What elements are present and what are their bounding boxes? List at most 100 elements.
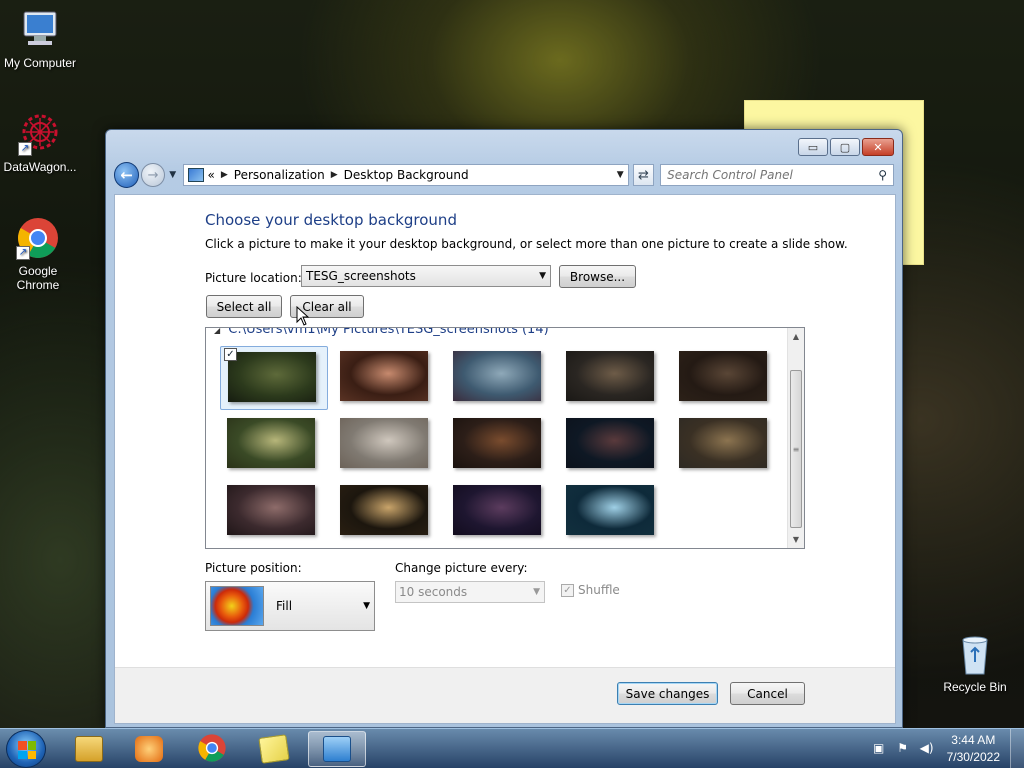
forward-button[interactable]: →: [141, 163, 165, 187]
media-player-icon: [135, 736, 163, 762]
desktop-background-window[interactable]: ▭ ▢ ✕ ← → ▼ « ▶ Personalization ▶ Deskto…: [105, 129, 903, 728]
desktop-icon-label: DataWagon...: [3, 160, 77, 174]
checkbox-icon: ✓: [561, 583, 574, 597]
search-box[interactable]: ⚲: [660, 164, 894, 186]
cancel-button[interactable]: Cancel: [730, 682, 805, 705]
start-button[interactable]: [6, 730, 46, 768]
picture-gallery[interactable]: ◢ C:\Users\vm1\My Pictures\TESG_screensh…: [205, 327, 805, 549]
navigation-bar: ← → ▼ « ▶ Personalization ▶ Desktop Back…: [114, 162, 894, 188]
thumbnail-image: [566, 485, 654, 535]
address-bar[interactable]: « ▶ Personalization ▶ Desktop Background…: [182, 164, 629, 186]
volume-icon[interactable]: ◀): [919, 741, 935, 757]
breadcrumb-overflow[interactable]: «: [208, 168, 215, 182]
content-pane: Choose your desktop background Click a p…: [114, 194, 896, 724]
maximize-button[interactable]: ▢: [830, 138, 860, 156]
thumbnail-image: [679, 418, 767, 468]
scroll-down-icon[interactable]: ▼: [788, 531, 804, 548]
taskbar-item-explorer[interactable]: [60, 731, 118, 767]
wallpaper-thumbnail[interactable]: [220, 413, 328, 477]
refresh-button[interactable]: ⇄: [632, 164, 655, 186]
desktop-icon-recycle-bin[interactable]: Recycle Bin: [935, 632, 1015, 694]
wallpaper-thumbnail[interactable]: ✓: [220, 346, 328, 410]
clock[interactable]: 3:44 AM 7/30/2022: [947, 732, 1000, 766]
desktop-icon-datawagon[interactable]: ↗ DataWagon...: [0, 112, 80, 174]
thumbnail-image: [453, 418, 541, 468]
wallpaper-thumbnail[interactable]: [446, 413, 554, 477]
wallpaper-thumbnail[interactable]: [446, 346, 554, 410]
breadcrumb-desktop-background[interactable]: Desktop Background: [344, 168, 469, 182]
picture-position-value: Fill: [276, 599, 293, 613]
dialog-footer: Save changes Cancel: [115, 667, 895, 723]
picture-position-select[interactable]: Fill ▼: [205, 581, 375, 631]
network-icon[interactable]: ▣: [871, 741, 887, 757]
sticky-notes-icon: [258, 734, 290, 764]
taskbar-item-chrome[interactable]: [183, 731, 241, 767]
scrollbar-thumb[interactable]: ≡: [790, 370, 802, 528]
shortcut-arrow-icon: ↗: [18, 142, 32, 156]
select-all-button[interactable]: Select all: [206, 295, 282, 318]
control-panel-icon: [187, 168, 204, 182]
gallery-scrollbar[interactable]: ▲ ≡ ▼: [787, 328, 804, 548]
thumbnail-image: [453, 351, 541, 401]
taskbar-item-media-player[interactable]: [120, 731, 178, 767]
wallpaper-thumbnail[interactable]: [672, 346, 780, 410]
page-title: Choose your desktop background: [205, 211, 457, 229]
save-changes-button[interactable]: Save changes: [617, 682, 718, 705]
wallpaper-thumbnail[interactable]: [333, 480, 441, 544]
wallpaper-thumbnail[interactable]: [559, 413, 667, 477]
search-icon[interactable]: ⚲: [878, 168, 887, 182]
group-header-label: C:\Users\vm1\My Pictures\TESG_screenshot…: [228, 327, 549, 337]
caption-buttons: ▭ ▢ ✕: [798, 138, 894, 156]
wallpaper-thumbnail[interactable]: [672, 413, 780, 477]
breadcrumb-separator-icon[interactable]: ▶: [331, 170, 338, 180]
group-header[interactable]: ◢ C:\Users\vm1\My Pictures\TESG_screensh…: [214, 327, 549, 337]
desktop-icon-label: Google Chrome: [16, 264, 60, 292]
desktop-icon-google-chrome[interactable]: ↗ Google Chrome: [0, 216, 78, 292]
address-dropdown-icon[interactable]: ▼: [617, 170, 624, 180]
taskbar-item-sticky-notes[interactable]: [245, 731, 303, 767]
collapse-triangle-icon[interactable]: ◢: [214, 328, 220, 335]
shortcut-arrow-icon: ↗: [16, 246, 30, 260]
chevron-down-icon: ▼: [363, 601, 370, 611]
change-picture-every-select[interactable]: 10 seconds ▼: [395, 581, 545, 603]
thumbnail-image: [340, 418, 428, 468]
picture-location-value: TESG_screenshots: [306, 269, 416, 283]
wallpaper-thumbnail[interactable]: [333, 413, 441, 477]
chevron-down-icon: ▼: [539, 271, 546, 281]
search-input[interactable]: [667, 168, 878, 182]
breadcrumb-separator-icon[interactable]: ▶: [221, 170, 228, 180]
thumbnail-checkbox[interactable]: ✓: [224, 348, 237, 361]
picture-location-label: Picture location:: [205, 271, 302, 285]
refresh-icon: ⇄: [637, 167, 649, 183]
action-center-icon[interactable]: ⚑: [895, 741, 911, 757]
wallpaper-thumbnail[interactable]: [333, 346, 441, 410]
back-button[interactable]: ←: [114, 162, 140, 188]
datawagon-icon: ↗: [18, 112, 62, 156]
explorer-icon: [75, 736, 103, 762]
thumbnail-image: [340, 351, 428, 401]
recent-pages-dropdown[interactable]: ▼: [167, 170, 179, 180]
page-description: Click a picture to make it your desktop …: [205, 237, 848, 251]
show-desktop-button[interactable]: [1010, 729, 1024, 768]
thumbnail-image: [227, 418, 315, 468]
breadcrumb-personalization[interactable]: Personalization: [234, 168, 325, 182]
scroll-up-icon[interactable]: ▲: [788, 328, 804, 345]
minimize-button[interactable]: ▭: [798, 138, 828, 156]
fill-preview-icon: [210, 586, 264, 626]
thumbnail-image: [453, 485, 541, 535]
shuffle-checkbox[interactable]: ✓ Shuffle: [561, 583, 620, 597]
close-button[interactable]: ✕: [862, 138, 894, 156]
wallpaper-thumbnail[interactable]: [220, 480, 328, 544]
thumbnail-image: [566, 418, 654, 468]
thumbnail-image: [227, 485, 315, 535]
taskbar: ▣ ⚑ ◀) 3:44 AM 7/30/2022: [0, 728, 1024, 768]
browse-button[interactable]: Browse...: [559, 265, 636, 288]
wallpaper-thumbnail[interactable]: [559, 346, 667, 410]
clock-time: 3:44 AM: [951, 733, 996, 747]
wallpaper-thumbnail[interactable]: [559, 480, 667, 544]
wallpaper-thumbnail[interactable]: [446, 480, 554, 544]
picture-location-select[interactable]: TESG_screenshots ▼: [301, 265, 551, 287]
taskbar-item-control-panel[interactable]: [308, 731, 366, 767]
chrome-icon: [197, 733, 227, 766]
desktop-icon-my-computer[interactable]: My Computer: [0, 8, 80, 70]
